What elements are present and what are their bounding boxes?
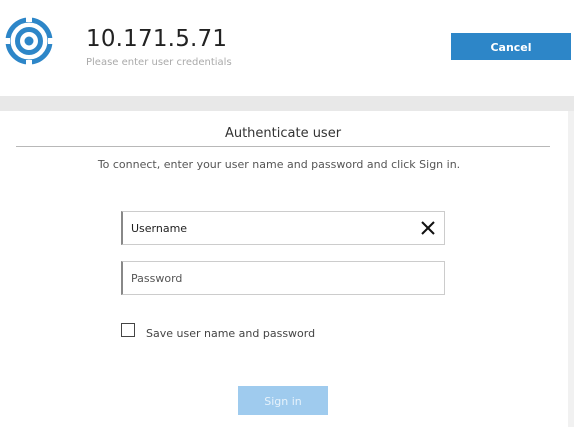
close-icon[interactable] [420,220,436,236]
title-divider [16,146,550,147]
target-ring-icon [5,17,53,65]
header-divider-band [0,96,574,111]
username-input[interactable] [131,212,411,244]
credentials-subtitle: Please enter user credentials [86,57,232,68]
host-address: 10.171.5.71 [86,26,228,52]
right-edge-rail [568,111,574,427]
save-credentials-checkbox[interactable] [121,323,135,337]
cancel-button[interactable]: Cancel [451,33,571,60]
sign-in-button[interactable]: Sign in [238,386,328,415]
password-field [121,261,445,295]
username-field [121,211,445,245]
save-credentials-label[interactable]: Save user name and password [146,328,315,339]
instructions-text: To connect, enter your user name and pas… [97,158,461,171]
header: 10.171.5.71 Please enter user credential… [0,0,574,96]
password-input[interactable] [131,262,411,294]
dialog-title: Authenticate user [224,126,342,141]
